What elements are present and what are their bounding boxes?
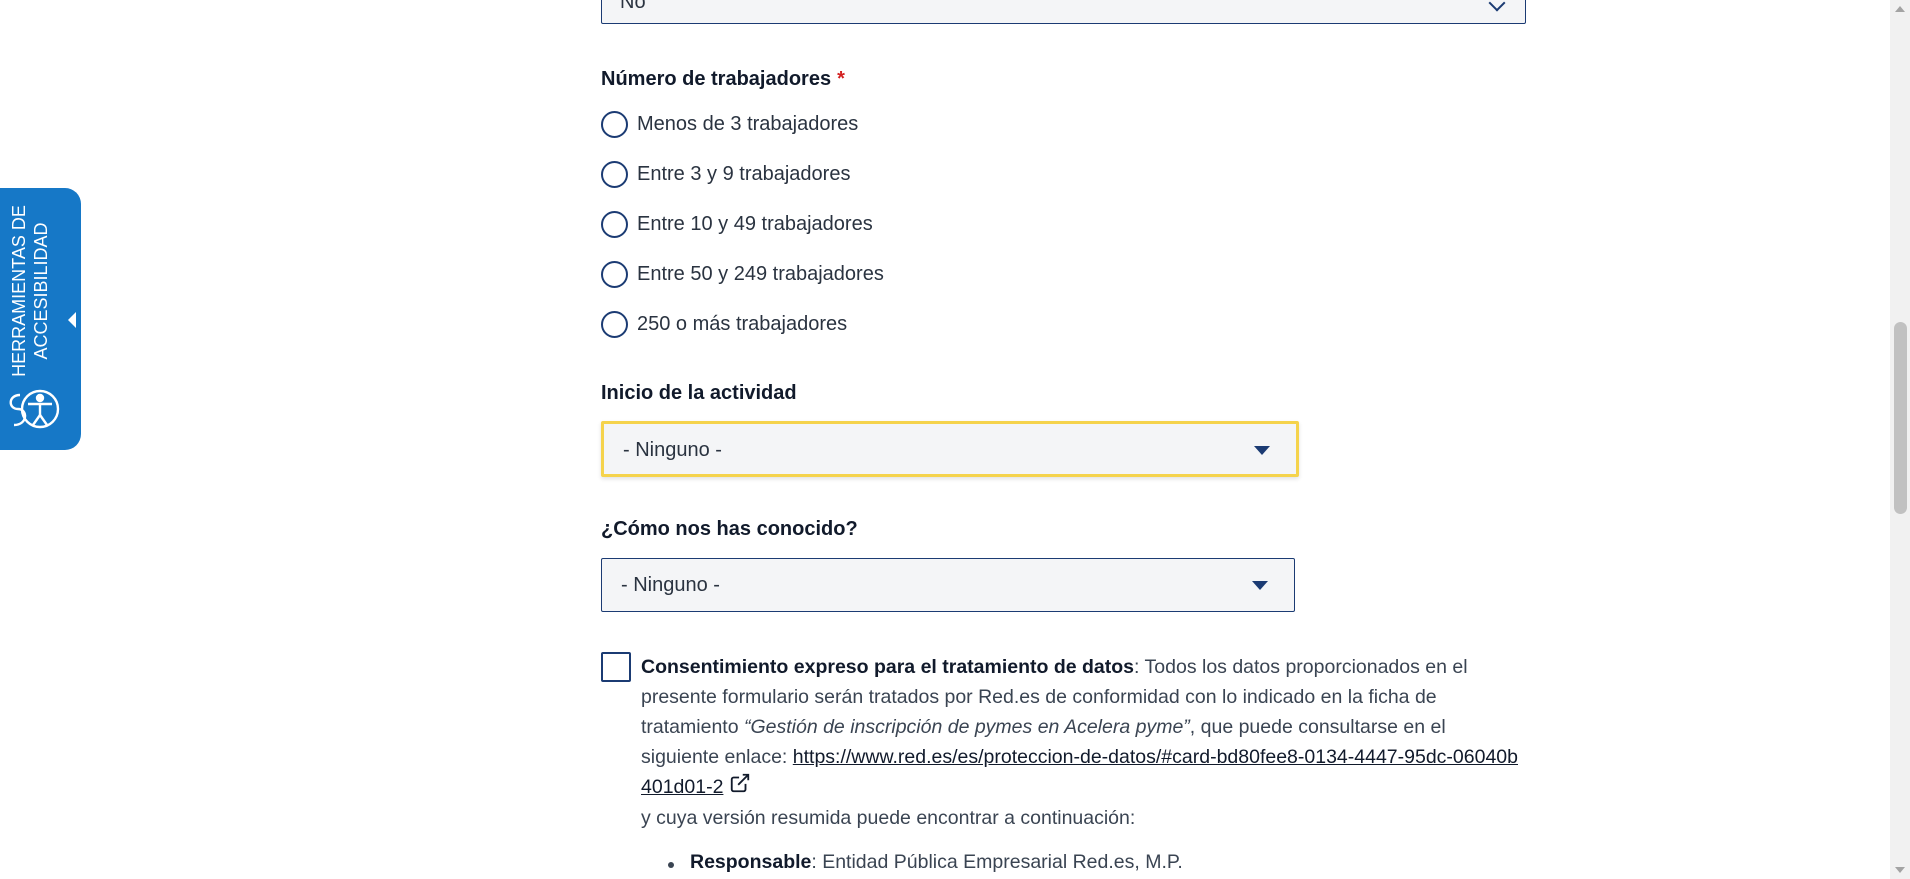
accessibility-icon xyxy=(6,385,62,438)
radio-button[interactable] xyxy=(601,260,628,288)
activity-start-label: Inicio de la actividad xyxy=(601,382,797,404)
caret-down-icon xyxy=(1254,446,1270,455)
how-known-select[interactable]: - Ninguno - xyxy=(601,558,1295,612)
radio-button[interactable] xyxy=(601,210,628,238)
radio-option-lt3[interactable]: Menos de 3 trabajadores xyxy=(601,108,858,140)
list-item: Responsable: Entidad Pública Empresarial… xyxy=(668,851,1183,874)
radio-option-3-9[interactable]: Entre 3 y 9 trabajadores xyxy=(601,158,850,190)
activity-start-select[interactable]: - Ninguno - xyxy=(601,421,1299,477)
accessibility-tools-label[interactable]: HERRAMIENTAS DE ACCESIBILIDAD xyxy=(8,196,78,386)
consent-quote: “Gestión de inscripción de pymes en Acel… xyxy=(743,716,1190,738)
accessibility-line2: ACCESIBILIDAD xyxy=(31,222,51,360)
radio-option-10-49[interactable]: Entre 10 y 49 trabajadores xyxy=(601,208,873,240)
radio-label: Entre 3 y 9 trabajadores xyxy=(637,162,851,185)
workers-label: Número de trabajadores * xyxy=(601,68,845,91)
summary-term: Responsable xyxy=(690,851,812,873)
external-link-icon[interactable] xyxy=(729,772,751,803)
scrollbar-thumb[interactable] xyxy=(1894,322,1907,514)
radio-button[interactable] xyxy=(601,110,628,138)
workers-label-text: Número de trabajadores xyxy=(601,68,832,90)
summary-value: : Entidad Pública Empresarial Red.es, M.… xyxy=(811,851,1183,873)
required-mark: * xyxy=(837,68,845,90)
vertical-scrollbar[interactable] xyxy=(1890,0,1910,879)
consent-title: Consentimiento expreso para el tratamien… xyxy=(641,656,1135,678)
summary-list: Responsable: Entidad Pública Empresarial… xyxy=(668,851,1183,874)
radio-option-50-249[interactable]: Entre 50 y 249 trabajadores xyxy=(601,258,884,290)
radio-label: Menos de 3 trabajadores xyxy=(637,112,859,135)
radio-option-250-plus[interactable]: 250 o más trabajadores xyxy=(601,308,847,340)
scroll-up-icon[interactable] xyxy=(1895,6,1905,12)
bullet-icon xyxy=(668,862,674,868)
radio-label: 250 o más trabajadores xyxy=(637,312,848,335)
previous-select[interactable]: No xyxy=(601,0,1526,24)
how-known-label: ¿Cómo nos has conocido? xyxy=(601,518,858,540)
accessibility-line1: HERRAMIENTAS DE xyxy=(9,205,29,377)
activity-start-value: - Ninguno - xyxy=(623,439,722,461)
caret-down-icon xyxy=(1252,581,1268,590)
consent-text-3: y cuya versión resumida puede encontrar … xyxy=(641,807,1136,830)
consent-checkbox[interactable] xyxy=(601,652,631,682)
chevron-down-icon xyxy=(1488,0,1506,12)
scroll-down-icon[interactable] xyxy=(1895,867,1905,873)
caret-left-icon xyxy=(68,312,76,328)
how-known-value: - Ninguno - xyxy=(621,574,720,596)
previous-select-value: No xyxy=(620,0,646,13)
radio-button[interactable] xyxy=(601,310,628,338)
radio-button[interactable] xyxy=(601,160,628,188)
radio-label: Entre 50 y 249 trabajadores xyxy=(637,262,884,285)
radio-label: Entre 10 y 49 trabajadores xyxy=(637,212,873,235)
consent-text: Consentimiento expreso para el tratamien… xyxy=(641,652,1521,833)
